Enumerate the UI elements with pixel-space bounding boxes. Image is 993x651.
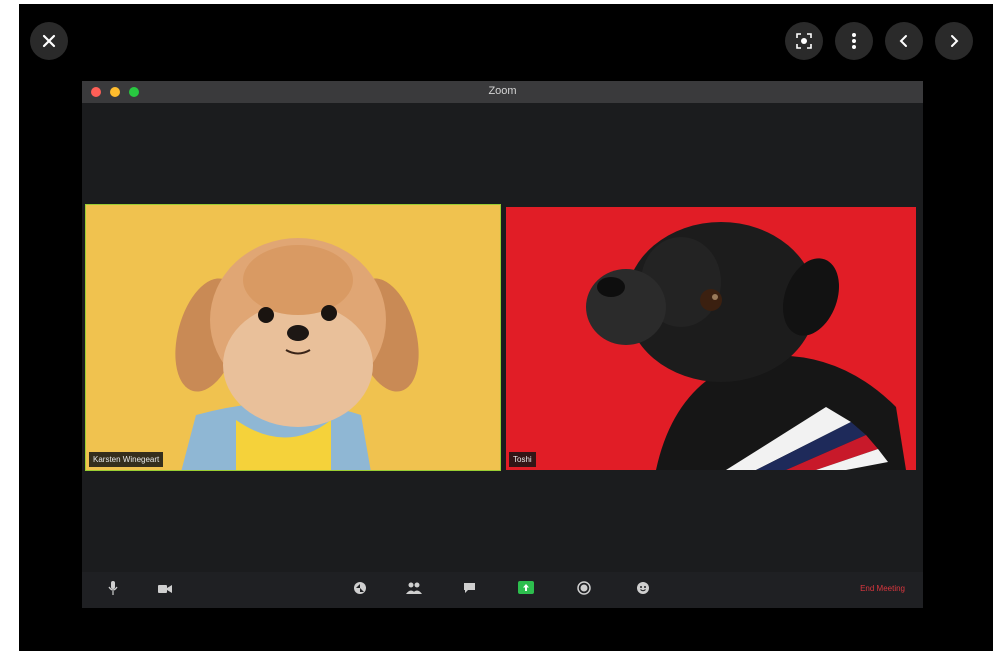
mute-button[interactable] <box>103 580 123 600</box>
microphone-icon <box>108 580 118 600</box>
video-tile-toshi[interactable]: Toshi <box>506 207 916 470</box>
window-titlebar: Zoom <box>82 81 923 103</box>
participants-icon <box>406 581 422 599</box>
security-icon <box>353 581 367 600</box>
more-vertical-icon <box>851 32 857 50</box>
video-camera-icon <box>158 581 172 599</box>
focus-button[interactable] <box>785 22 823 60</box>
chevron-right-icon <box>948 34 960 48</box>
focus-icon <box>795 32 813 50</box>
record-button[interactable] <box>574 580 594 600</box>
chevron-left-icon <box>898 34 910 48</box>
dog-video-feed <box>86 205 500 470</box>
close-icon <box>41 33 57 49</box>
chat-button[interactable] <box>459 580 479 600</box>
next-button[interactable] <box>935 22 973 60</box>
participant-name-label: Toshi <box>509 452 536 467</box>
pug-video-feed <box>506 207 916 470</box>
security-button[interactable] <box>350 580 370 600</box>
record-icon <box>577 580 591 600</box>
share-screen-icon <box>518 581 534 599</box>
reactions-icon <box>636 581 650 600</box>
previous-button[interactable] <box>885 22 923 60</box>
photo-viewer: Zoom Karsten Winegeart Toshi End Meeting <box>19 4 993 651</box>
close-button[interactable] <box>30 22 68 60</box>
chat-icon <box>463 581 476 599</box>
participant-name-label: Karsten Winegeart <box>89 452 164 467</box>
window-title: Zoom <box>488 85 517 97</box>
share-screen-button[interactable] <box>516 580 536 600</box>
zoom-window: Zoom Karsten Winegeart Toshi End Meeting <box>82 81 923 608</box>
more-options-button[interactable] <box>835 22 873 60</box>
meeting-control-bar: End Meeting <box>82 572 923 608</box>
end-meeting-button[interactable]: End Meeting <box>860 584 905 593</box>
video-tile-karsten[interactable]: Karsten Winegeart <box>85 204 501 471</box>
reactions-button[interactable] <box>633 580 653 600</box>
video-button[interactable] <box>155 580 175 600</box>
participants-button[interactable] <box>404 580 424 600</box>
